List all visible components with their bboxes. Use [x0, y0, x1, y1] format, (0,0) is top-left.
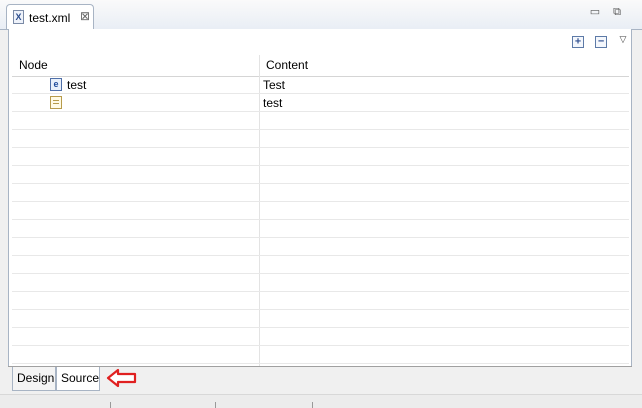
node-content: Test [263, 78, 286, 92]
column-header-node[interactable]: Node [19, 58, 48, 72]
empty-row [12, 238, 629, 256]
empty-row [12, 220, 629, 238]
node-content: test [263, 96, 283, 110]
empty-row [12, 274, 629, 292]
empty-row [12, 346, 629, 364]
editor-tab-bar: X test.xml ⊠ ▭ ⧉ [0, 0, 642, 30]
editor-tab-title: test.xml [29, 11, 71, 25]
editor-tab-test-xml[interactable]: X test.xml ⊠ [6, 4, 94, 29]
empty-row [12, 166, 629, 184]
empty-row [12, 112, 629, 130]
table-body: e test Test test [12, 76, 629, 366]
column-header-content[interactable]: Content [266, 58, 308, 72]
empty-row [12, 310, 629, 328]
xml-tree-table: Node Content e test Test test [12, 55, 629, 366]
empty-row [12, 202, 629, 220]
empty-row [12, 256, 629, 274]
red-arrow-icon [106, 368, 137, 388]
xml-file-icon: X [13, 10, 24, 24]
view-menu-icon[interactable]: ▽ [617, 34, 629, 44]
table-row[interactable]: test [12, 94, 629, 112]
xml-design-editor: + − ▽ Node Content e test Test test [8, 29, 632, 367]
empty-row [12, 328, 629, 346]
node-name: test [67, 78, 87, 92]
empty-row [12, 148, 629, 166]
minimize-icon[interactable]: ▭ [588, 6, 602, 18]
tab-design[interactable]: Design [12, 367, 56, 391]
close-icon[interactable]: ⊠ [79, 10, 91, 22]
element-icon: e [50, 78, 62, 91]
editor-page-tabs: Design Source [8, 366, 632, 392]
tab-source[interactable]: Source [56, 367, 100, 391]
collapse-all-icon[interactable]: − [595, 36, 607, 48]
table-row[interactable]: e test Test [12, 76, 629, 94]
status-separator [215, 402, 216, 408]
text-node-icon [50, 96, 62, 109]
status-separator [110, 402, 111, 408]
expand-all-icon[interactable]: + [572, 36, 584, 48]
restore-icon[interactable]: ⧉ [610, 6, 624, 18]
empty-row [12, 184, 629, 202]
table-header: Node Content [12, 55, 629, 77]
status-separator [312, 402, 313, 408]
status-bar [0, 394, 642, 408]
empty-row [12, 130, 629, 148]
empty-row [12, 292, 629, 310]
